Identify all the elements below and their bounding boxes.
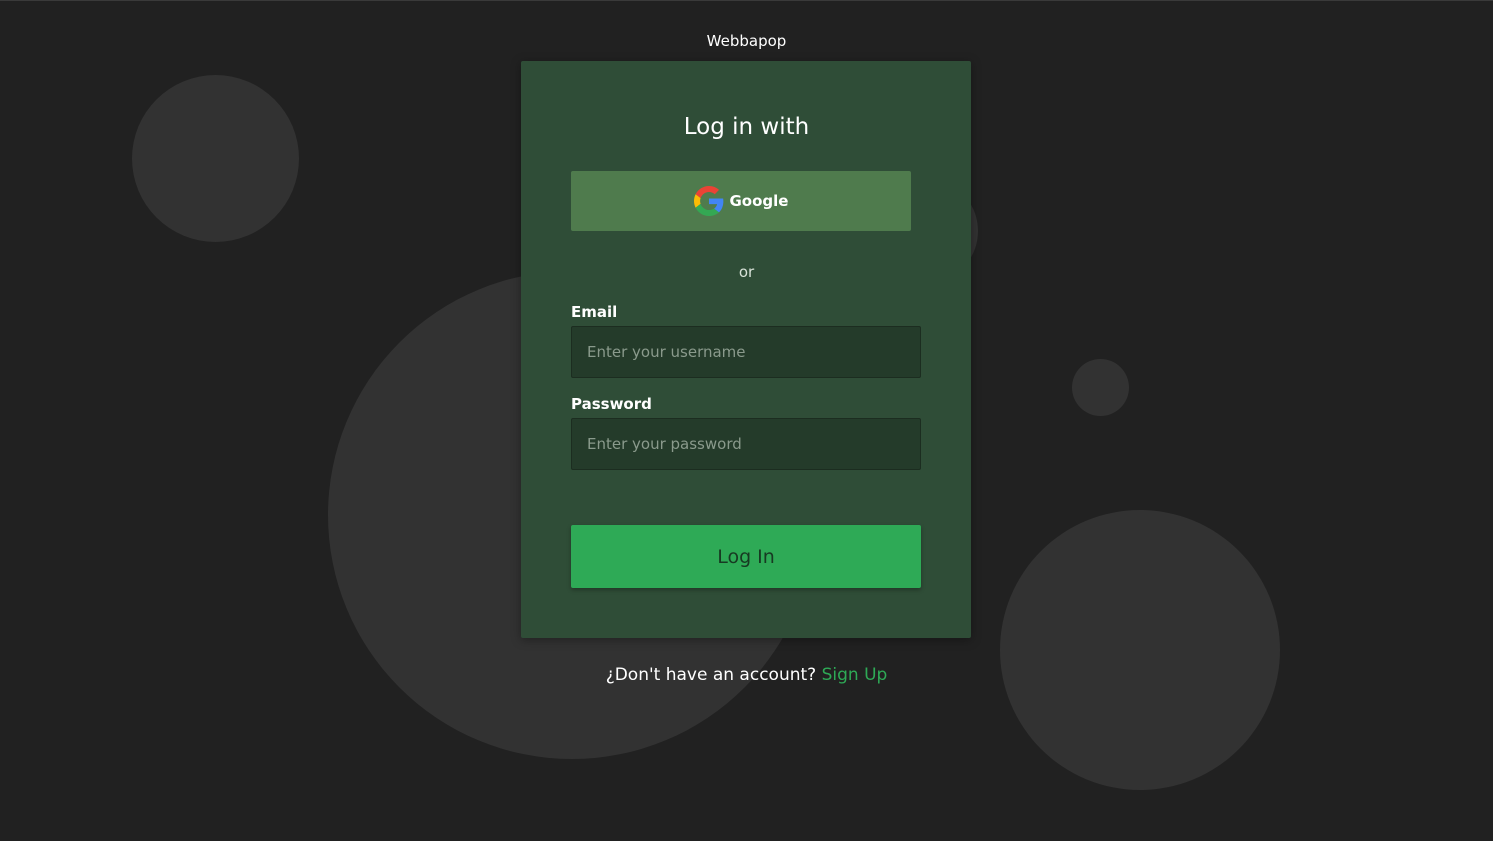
password-field[interactable] xyxy=(571,418,921,470)
google-login-button[interactable]: Google xyxy=(571,171,911,231)
email-field[interactable] xyxy=(571,326,921,378)
signup-link[interactable]: Sign Up xyxy=(822,665,888,685)
email-label: Email xyxy=(571,303,618,321)
login-button[interactable]: Log In xyxy=(571,525,921,588)
top-border xyxy=(0,0,1493,1)
signup-prompt-text: ¿Don't have an account? xyxy=(605,665,817,685)
google-g-icon xyxy=(693,186,724,216)
signup-prompt: ¿Don't have an account? Sign Up xyxy=(0,663,1493,687)
or-divider: or xyxy=(738,263,755,281)
login-title: Log in with xyxy=(683,114,810,140)
background-bubble xyxy=(132,75,299,242)
brand-name: Webbapop xyxy=(706,32,787,50)
password-label: Password xyxy=(571,395,652,413)
background-bubble xyxy=(1072,359,1129,416)
google-button-label: Google xyxy=(729,192,789,210)
background-bubble xyxy=(1000,510,1280,790)
